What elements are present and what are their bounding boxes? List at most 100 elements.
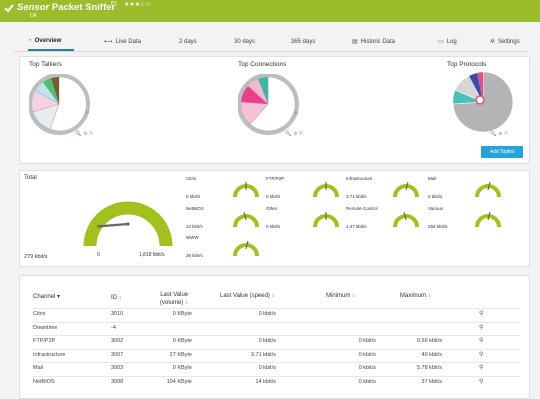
- cell-minimum: 0 kbit/s: [358, 338, 376, 344]
- cell-channel: NetBIOS: [33, 378, 55, 385]
- add-toplist-button[interactable]: Add Toplist: [481, 146, 523, 158]
- sort-icon: ⇕: [118, 295, 123, 300]
- top-connections-tools[interactable]: 🔍⊕⇱: [285, 131, 306, 137]
- live-data-icon: ⟷: [104, 39, 113, 45]
- sort-desc-icon: ▾: [57, 294, 61, 300]
- channel-settings-icon[interactable]: ⚲: [479, 364, 483, 371]
- sensor-header: Sensor Packet Sniffer P1 ★★★☆☆ OK: [0, 0, 540, 22]
- gauge-dial: [233, 241, 259, 257]
- cell-speed: 14 kbit/s: [255, 378, 276, 385]
- gauge-value: 26 kbit/s: [186, 253, 203, 258]
- cell-speed: 0 kbit/s: [258, 338, 276, 344]
- sort-icon: ⇕: [427, 293, 432, 298]
- gauge-label: Citrix: [186, 176, 197, 181]
- gauge-value: 3.71 kbit/s: [346, 194, 367, 199]
- gauge-value: 1.47 kbit/s: [346, 224, 367, 229]
- historic-data-icon: ▤: [352, 39, 358, 45]
- gauge-dial: [233, 212, 259, 228]
- total-gauge-label: Total: [24, 175, 37, 181]
- gauge-dial: [475, 212, 501, 228]
- top-talkers-chart[interactable]: 52: [29, 74, 109, 136]
- tab-log[interactable]: ▭ Log: [438, 32, 457, 51]
- cell-volume: 104 KByte: [166, 378, 192, 385]
- top-connections-chart[interactable]: 52: [238, 74, 318, 136]
- col-last-value-volume[interactable]: Last Value (volume) ⇕: [160, 292, 188, 307]
- cell-channel: Infrastructure: [33, 351, 66, 358]
- col-id[interactable]: ID ⇕: [111, 294, 122, 302]
- cell-id: 3002: [111, 338, 124, 344]
- cell-volume: 0 KByte: [172, 311, 192, 317]
- overview-icon: ◔: [28, 37, 32, 44]
- row-divider: [33, 335, 520, 336]
- status-badge: OK: [30, 13, 38, 19]
- row-divider: [33, 348, 520, 350]
- tab-historic-data[interactable]: ▤ Historic Data: [352, 32, 395, 51]
- cell-volume: 0 KByte: [172, 365, 192, 371]
- gauge-dial: [313, 182, 339, 198]
- sort-icon: ⇕: [271, 293, 275, 298]
- tab-365-days[interactable]: 365 days: [291, 32, 315, 51]
- gauge-dial: [233, 182, 259, 198]
- cell-maximum: 5.78 kbit/s: [416, 365, 442, 371]
- gear-icon: ✲: [490, 39, 496, 45]
- cell-maximum: 0.56 kbit/s: [416, 338, 442, 344]
- gauge-label: FTP/P2P: [266, 176, 285, 181]
- channel-settings-icon[interactable]: ⚲: [479, 337, 483, 344]
- col-channel[interactable]: Channel ▾: [33, 294, 60, 301]
- tab-30-days[interactable]: 30 days: [234, 32, 255, 51]
- cell-speed: 3.71 kbit/s: [250, 351, 276, 358]
- gauge-value: 0 kbit/s: [186, 194, 201, 199]
- cell-id: 3008: [111, 378, 124, 385]
- sensor-name: Packet Sniffer: [51, 2, 116, 13]
- total-gauge-value: 279 kbit/s: [24, 254, 48, 260]
- cell-volume: 27 KByte: [169, 351, 192, 358]
- gauge-value: 0 kbit/s: [266, 194, 281, 199]
- gauge-label: Various: [428, 206, 443, 211]
- channel-settings-icon[interactable]: ⚲: [479, 324, 483, 331]
- gauge-value: 0 kbit/s: [428, 194, 443, 199]
- cell-id: 3003: [111, 365, 124, 371]
- cell-maximum: 37 kbit/s: [421, 378, 442, 385]
- cell-channel: FTP/P2P: [33, 338, 56, 344]
- gauge-value: 14 kbit/s: [186, 224, 203, 229]
- cell-minimum: 0 kbit/s: [358, 351, 376, 358]
- svg-text:52: 52: [85, 110, 90, 115]
- col-maximum[interactable]: Maximum ⇕: [400, 292, 431, 300]
- log-icon: ▭: [438, 39, 444, 45]
- priority-stars[interactable]: ★★★☆☆: [124, 1, 151, 8]
- top-protocols-chart[interactable]: [447, 70, 523, 136]
- cell-channel: Mail: [33, 365, 44, 371]
- cell-speed: 0 kbit/s: [258, 311, 276, 317]
- tab-settings[interactable]: ✲ Settings: [490, 32, 520, 51]
- gauge-label: Infrastructure: [346, 176, 373, 181]
- cell-minimum: 0 kbit/s: [358, 365, 376, 371]
- channel-settings-icon[interactable]: ⚲: [479, 351, 483, 358]
- gauge-label: Remote Control: [346, 206, 378, 211]
- gauge-value: 0 kbit/s: [266, 224, 281, 229]
- channel-settings-icon[interactable]: ⚲: [479, 310, 483, 317]
- svg-text:52: 52: [294, 110, 299, 115]
- row-divider: [33, 321, 520, 323]
- total-gauge[interactable]: [80, 180, 176, 258]
- tab-live-data[interactable]: ⟷ Live Data: [104, 32, 141, 51]
- sensor-prefix: Sensor: [17, 2, 50, 13]
- gauge-value: 258 kbit/s: [428, 224, 448, 229]
- col-last-value-speed[interactable]: Last Value (speed) ⇕: [220, 292, 275, 300]
- channel-settings-icon[interactable]: ⚲: [479, 378, 483, 385]
- tab-2-days[interactable]: 2 days: [179, 32, 197, 51]
- total-gauge-min: 0: [97, 252, 100, 258]
- top-talkers-tools[interactable]: 🔍⊕⇱: [75, 131, 96, 137]
- top-talkers-title: Top Talkers: [29, 61, 62, 68]
- gauge-label: NetBIOS: [186, 206, 204, 211]
- tab-overview[interactable]: ◔ Overview: [28, 32, 74, 51]
- gauge-dial: [393, 212, 419, 228]
- row-divider: [33, 362, 520, 363]
- check-icon: [4, 4, 14, 13]
- top-protocols-tools[interactable]: 🔍⊕⇱: [490, 131, 511, 137]
- cell-volume: 0 KByte: [172, 338, 192, 344]
- cell-minimum: 0 kbit/s: [358, 378, 376, 385]
- cell-id: 3010: [111, 311, 124, 317]
- col-minimum[interactable]: Minimum ⇕: [326, 292, 355, 300]
- cell-id: -4: [111, 324, 116, 331]
- row-divider: [33, 375, 520, 377]
